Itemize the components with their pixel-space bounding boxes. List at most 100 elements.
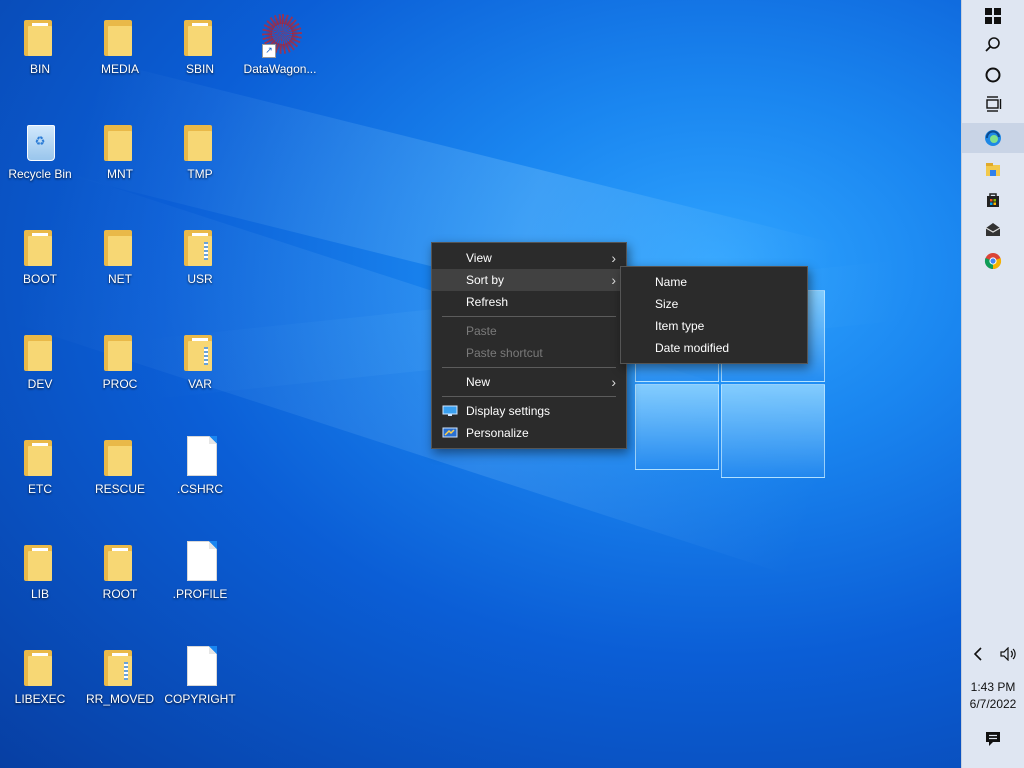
recycle-bin-icon: ♻ [25,121,55,161]
menu-item-label: Date modified [655,341,730,355]
menu-item-label: Sort by [466,273,505,287]
menu-item-label: View [466,251,492,265]
folder-lib[interactable]: LIB [2,533,78,633]
sort-name[interactable]: Name [621,271,807,293]
folder-mnt[interactable]: MNT [82,113,158,213]
recycle-bin[interactable]: ♻ Recycle Bin [2,113,78,213]
folder-icon [104,440,132,476]
icon-label: ROOT [102,587,138,601]
icon-label: PROC [102,377,138,391]
icon-label: NET [108,272,132,286]
menu-item-label: Personalize [466,426,529,440]
windows-start-icon[interactable] [962,1,1024,31]
volume-icon[interactable] [993,639,1024,669]
context-menu: View › Sort by › Refresh Paste Paste sho… [431,242,627,449]
folder-net[interactable]: NET [82,218,158,318]
menu-item-new[interactable]: New › [432,371,626,393]
folder-var[interactable]: VAR [162,323,238,423]
folder-boot[interactable]: BOOT [2,218,78,318]
file-cshrc[interactable]: .CSHRC [162,428,238,528]
folder-etc[interactable]: ETC [2,428,78,528]
icon-label: TMP [187,167,213,181]
chevron-left-icon[interactable] [962,639,993,669]
folder-icon [104,335,132,371]
icon-label: ETC [28,482,52,496]
action-center-icon[interactable] [962,724,1024,754]
icon-label: LIBEXEC [14,692,66,706]
menu-item-label: Item type [655,319,705,333]
folder-sbin[interactable]: SBIN [162,8,238,108]
folder-icon [24,545,52,581]
icon-label: LIB [30,587,49,601]
folder-rr-moved[interactable]: RR_MOVED [82,638,158,738]
sort-date-modified[interactable]: Date modified [621,337,807,359]
folder-icon [24,230,52,266]
folder-media[interactable]: MEDIA [82,8,158,108]
shortcut-datawagon[interactable]: ↗ DataWagon... [242,8,318,108]
file-profile[interactable]: .PROFILE [162,533,238,633]
menu-separator [442,316,616,317]
clock-time[interactable]: 1:43 PM [962,679,1024,695]
icon-label: VAR [188,377,212,391]
folder-proc[interactable]: PROC [82,323,158,423]
icon-label: COPYRIGHT [164,692,236,706]
folder-bin[interactable]: BIN [2,8,78,108]
folder-dev[interactable]: DEV [2,323,78,423]
folder-icon [24,440,52,476]
icon-label: BIN [29,62,50,76]
icon-label: USR [187,272,213,286]
menu-item-label: Paste [466,324,497,338]
icon-label: Recycle Bin [8,167,72,181]
search-icon[interactable] [962,30,1024,60]
cortana-icon[interactable] [962,60,1024,90]
menu-item-label: Paste shortcut [466,346,543,360]
icon-label: .PROFILE [172,587,228,601]
menu-item-view[interactable]: View › [432,247,626,269]
folder-icon [24,650,52,686]
display-icon [442,405,458,416]
mail-icon[interactable] [962,215,1024,245]
task-view-icon[interactable] [962,89,1024,119]
menu-item-label: Size [655,297,679,311]
folder-libexec[interactable]: LIBEXEC [2,638,78,738]
icon-label: RR_MOVED [85,692,154,706]
menu-item-paste[interactable]: Paste [432,320,626,342]
menu-item-personalize[interactable]: Personalize [432,422,626,444]
folder-root[interactable]: ROOT [82,533,158,633]
chevron-right-icon: › [611,250,616,266]
taskbar: 1:43 PM 6/7/2022 [961,0,1024,768]
sort-by-submenu: Name Size Item type Date modified [620,266,808,364]
folder-icon [184,230,212,266]
desktop: { "desktop": { "icons": [ {"label": "BIN… [0,0,1024,768]
folder-icon [104,545,132,581]
icon-label: MNT [107,167,133,181]
icon-label: MEDIA [100,62,139,76]
sort-item-type[interactable]: Item type [621,315,807,337]
icon-label: DEV [27,377,53,391]
chevron-right-icon: › [611,272,616,288]
icon-label: RESCUE [94,482,145,496]
menu-item-paste-shortcut[interactable]: Paste shortcut [432,342,626,364]
menu-item-refresh[interactable]: Refresh [432,291,626,313]
folder-icon [24,335,52,371]
clock-date[interactable]: 6/7/2022 [962,696,1024,712]
folder-icon [104,20,132,56]
file-copyright[interactable]: COPYRIGHT [162,638,238,738]
menu-item-display-settings[interactable]: Display settings [432,400,626,422]
folder-tmp[interactable]: TMP [162,113,238,213]
menu-item-sort-by[interactable]: Sort by › [432,269,626,291]
icon-label: SBIN [185,62,214,76]
folder-usr[interactable]: USR [162,218,238,318]
edge-icon[interactable] [962,123,1024,153]
menu-item-label: Refresh [466,295,509,309]
menu-separator [442,396,616,397]
folder-rescue[interactable]: RESCUE [82,428,158,528]
chrome-icon[interactable] [962,246,1024,276]
store-icon[interactable] [962,185,1024,215]
sort-size[interactable]: Size [621,293,807,315]
folder-icon [184,20,212,56]
icon-label: BOOT [22,272,57,286]
file-explorer-icon[interactable] [962,155,1024,185]
personalize-icon [442,427,458,438]
icon-label: DataWagon... [243,62,317,76]
